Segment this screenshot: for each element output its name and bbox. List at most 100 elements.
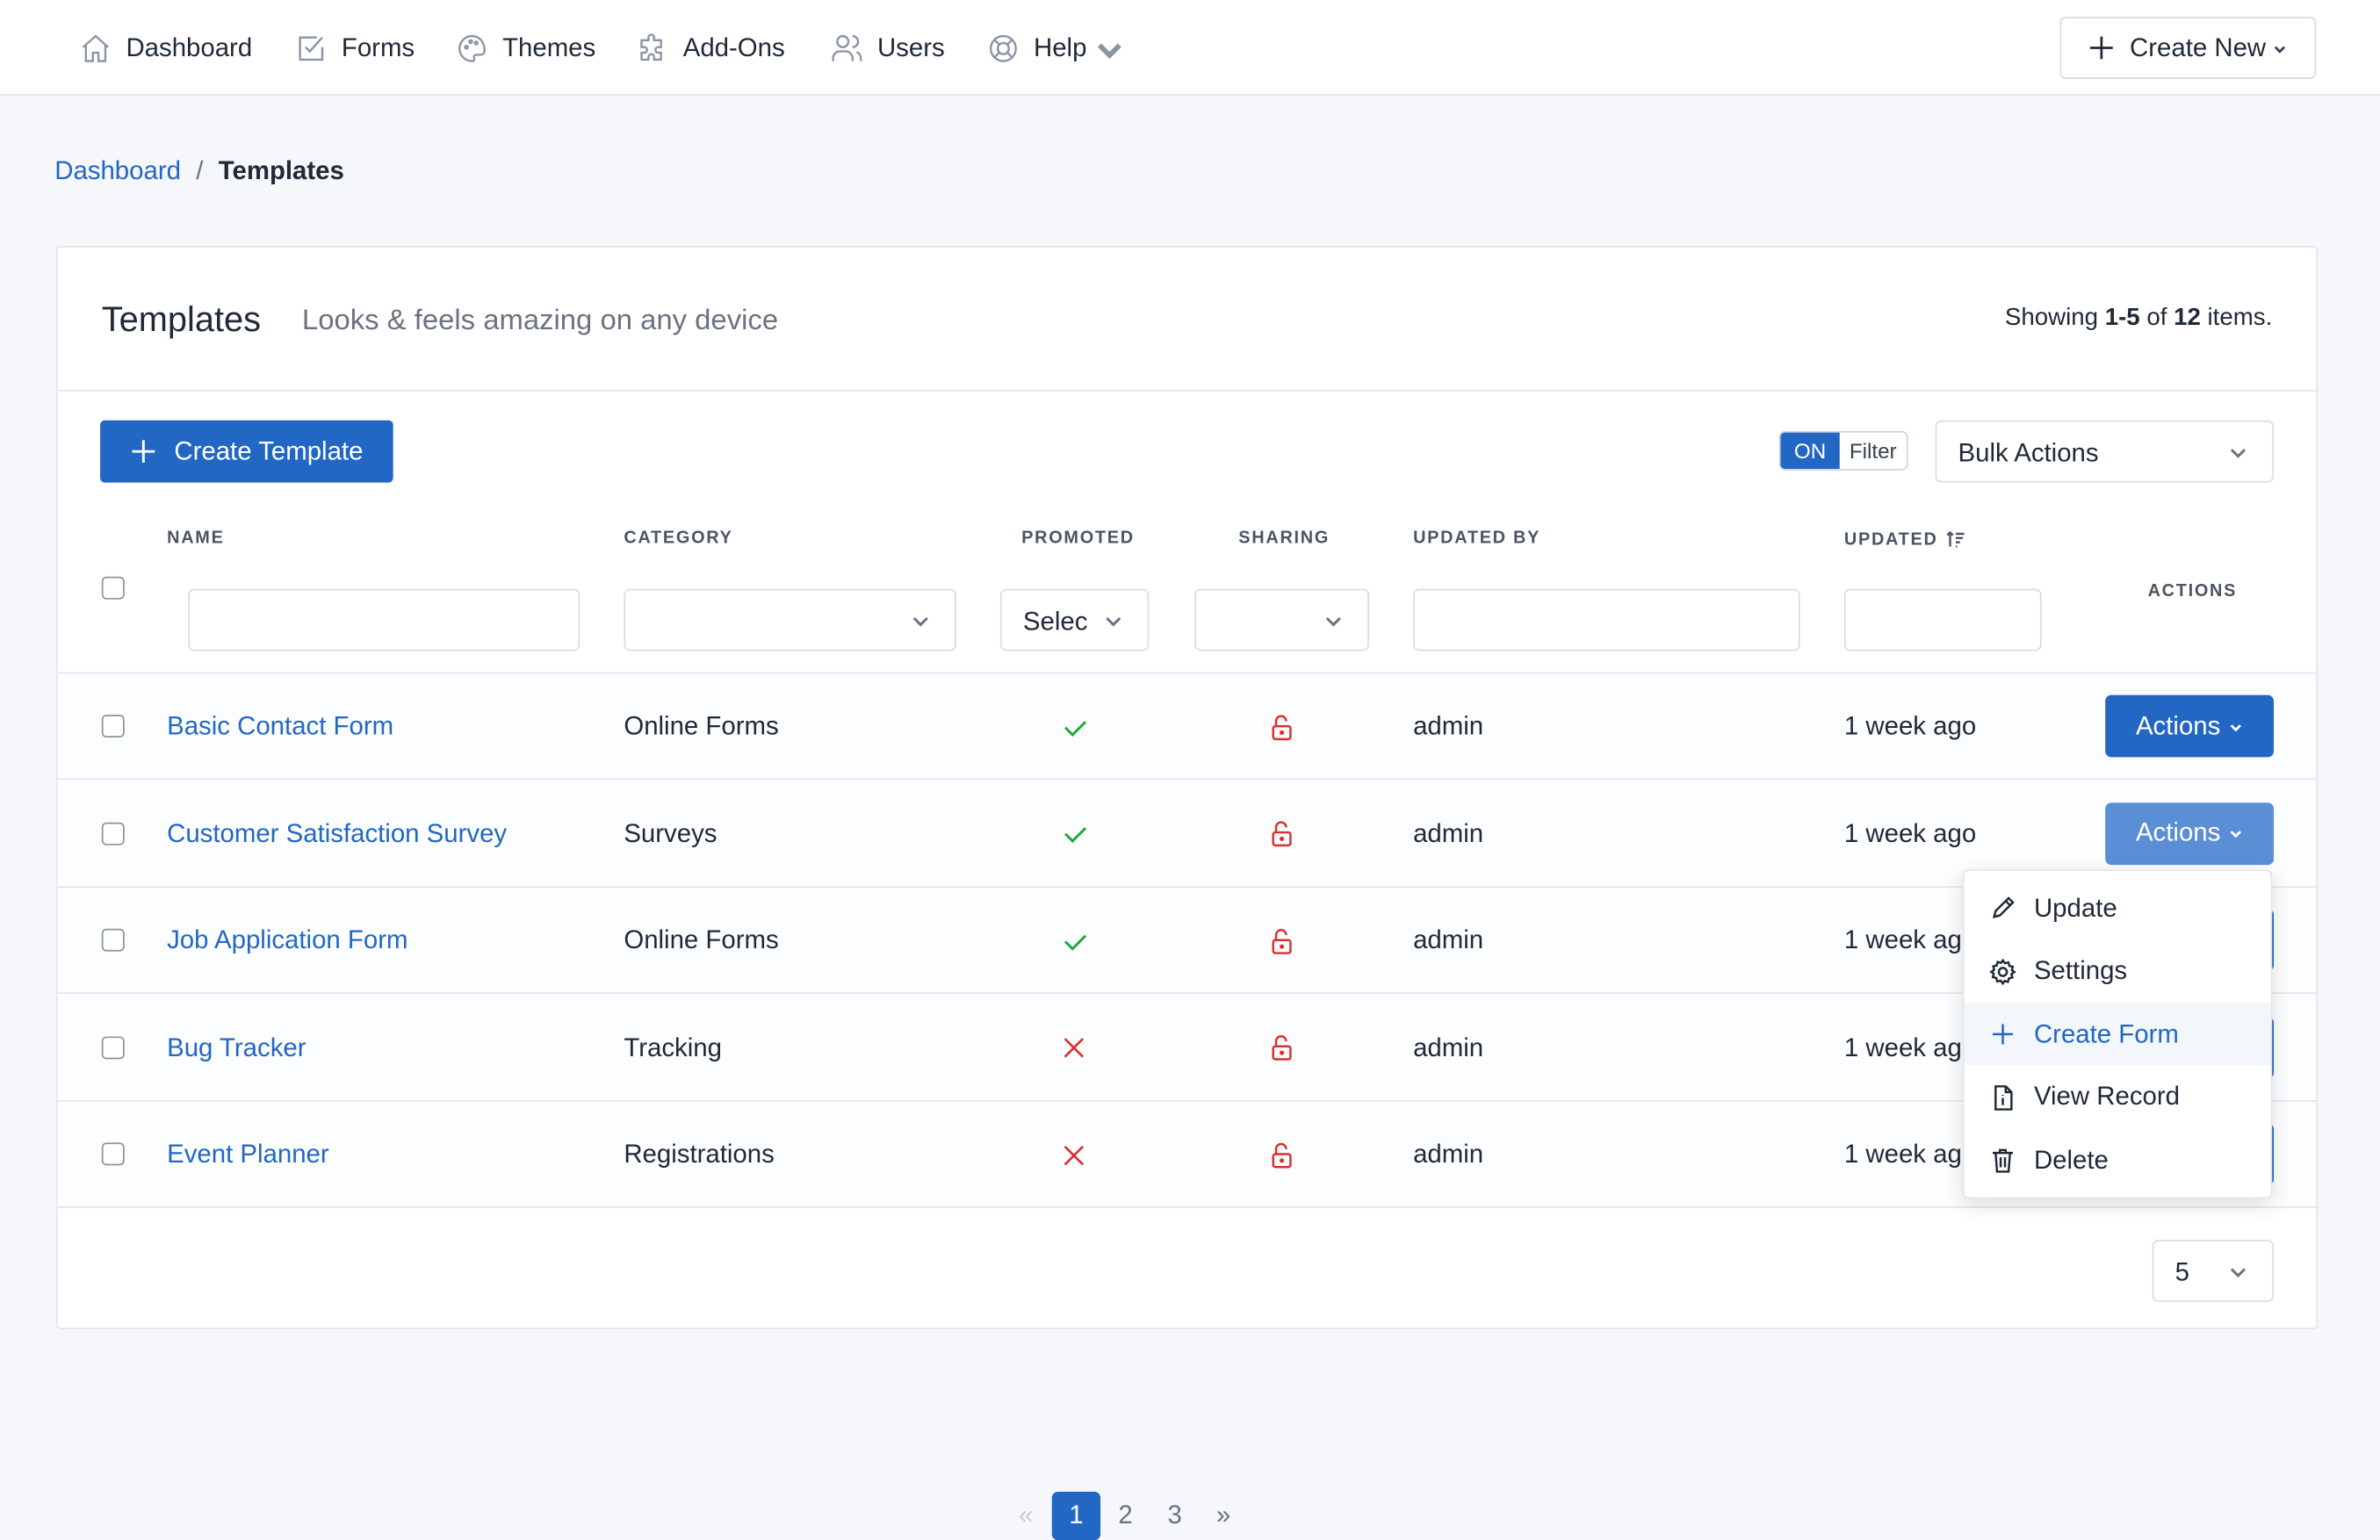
promoted-filter-select[interactable]: Selec xyxy=(999,588,1150,651)
bulk-actions-select[interactable]: Bulk Actions xyxy=(1935,420,2275,483)
x-icon xyxy=(1064,1145,1085,1165)
chevron-down-icon xyxy=(1106,616,1121,627)
promoted-cell xyxy=(1061,673,1090,780)
category-cell: Surveys xyxy=(624,818,718,848)
nav-themes[interactable]: Themes xyxy=(455,31,595,67)
row-checkbox[interactable] xyxy=(101,1035,125,1059)
template-name-link[interactable]: Customer Satisfaction Survey xyxy=(167,781,507,887)
updated-by-cell: admin xyxy=(1413,711,1484,741)
updated-by-cell: admin xyxy=(1413,818,1484,848)
plus-icon xyxy=(2090,36,2113,60)
sharing-cell xyxy=(1267,995,1296,1101)
menu-item-delete[interactable]: Delete xyxy=(1964,1130,2270,1192)
chevron-down-icon xyxy=(2230,449,2246,458)
column-header-updated-label: UPDATED xyxy=(1843,530,1938,549)
menu-item-view-record[interactable]: View Record xyxy=(1964,1067,2270,1129)
card-title: Templates xyxy=(101,299,261,339)
chevron-down-icon xyxy=(2230,1268,2246,1278)
template-name-link[interactable]: Job Application Form xyxy=(167,888,407,994)
menu-item-label: Update xyxy=(2033,893,2117,922)
unlock-icon xyxy=(1272,928,1292,954)
nav-help[interactable]: Help xyxy=(986,31,1140,67)
nav-forms[interactable]: Forms xyxy=(294,31,415,67)
category-filter-select[interactable] xyxy=(624,588,956,651)
column-header-actions: ACTIONS xyxy=(2147,582,2238,601)
category-cell: Online Forms xyxy=(624,711,779,741)
showing-count: Showing 1-5 of 12 items. xyxy=(2004,305,2273,331)
chevron-down-icon xyxy=(2230,831,2241,838)
menu-item-update[interactable]: Update xyxy=(1964,877,2270,939)
column-header-promoted[interactable]: PROMOTED xyxy=(1021,529,1135,548)
pagination-page[interactable]: 3 xyxy=(1150,1492,1199,1540)
users-icon xyxy=(832,34,862,61)
select-all-checkbox[interactable] xyxy=(101,576,125,600)
create-new-label: Create New xyxy=(2130,32,2267,61)
updated-by-cell: admin xyxy=(1413,1139,1484,1169)
pagination-prev[interactable]: « xyxy=(1014,1492,1039,1540)
card-subtitle: Looks & feels amazing on any device xyxy=(301,305,779,337)
template-name-link[interactable]: Basic Contact Form xyxy=(167,673,393,780)
name-filter-input[interactable] xyxy=(188,588,581,651)
menu-item-settings[interactable]: Settings xyxy=(1964,940,2270,1003)
file-info-icon xyxy=(1994,1084,2013,1111)
category-cell: Tracking xyxy=(624,1033,722,1061)
menu-item-label: Settings xyxy=(2033,956,2128,985)
create-new-button[interactable]: Create New xyxy=(2059,17,2317,79)
nav-dashboard[interactable]: Dashboard xyxy=(79,31,252,67)
pencil-icon xyxy=(1992,896,2015,918)
row-actions-button[interactable]: Actions xyxy=(2105,802,2275,865)
create-template-button[interactable]: Create Template xyxy=(100,420,393,483)
promoted-cell xyxy=(1061,888,1090,994)
filter-toggle[interactable]: ON Filter xyxy=(1778,430,1908,471)
promoted-cell xyxy=(1061,781,1090,887)
bulk-actions-value: Bulk Actions xyxy=(1958,438,2099,468)
nav-users[interactable]: Users xyxy=(830,31,945,67)
row-checkbox[interactable] xyxy=(101,1142,125,1166)
check-icon xyxy=(1064,827,1087,844)
unlock-icon xyxy=(1272,1035,1292,1061)
updated-cell: 1 week ago xyxy=(1843,1033,1977,1061)
unlock-icon xyxy=(1272,1141,1292,1168)
puzzle-icon xyxy=(640,33,662,61)
row-actions-button[interactable]: Actions xyxy=(2105,694,2275,758)
row-checkbox[interactable] xyxy=(101,821,125,845)
nav-add-ons[interactable]: Add-Ons xyxy=(636,31,785,67)
menu-item-create-form[interactable]: Create Form xyxy=(1964,1003,2271,1066)
template-name-link[interactable]: Event Planner xyxy=(167,1102,329,1208)
promoted-filter-value: Selec xyxy=(1022,607,1088,637)
sharing-filter-select[interactable] xyxy=(1194,588,1369,651)
pagination-next[interactable]: » xyxy=(1211,1492,1236,1540)
updated-by-filter-input[interactable] xyxy=(1413,588,1800,651)
column-header-updated[interactable]: UPDATED xyxy=(1844,529,1965,549)
actions-label: Actions xyxy=(2135,817,2221,847)
top-navbar: Dashboard Forms Themes Add-Ons Users Hel… xyxy=(0,0,2380,96)
menu-item-label: Delete xyxy=(2033,1145,2109,1175)
sharing-cell xyxy=(1267,781,1296,887)
updated-filter-input[interactable] xyxy=(1843,588,2042,651)
actions-dropdown-menu: Update Settings Create Form View Record Dele… xyxy=(1962,869,2273,1199)
x-icon xyxy=(1064,1038,1085,1058)
check-icon xyxy=(1064,720,1087,737)
per-page-select[interactable]: 5 xyxy=(2152,1240,2275,1302)
chevron-down-icon xyxy=(912,616,928,627)
trash-icon xyxy=(1993,1149,2014,1174)
column-header-updated-by[interactable]: UPDATED BY xyxy=(1413,529,1540,548)
column-header-sharing[interactable]: SHARING xyxy=(1238,529,1330,548)
updated-cell: 1 week ago xyxy=(1843,925,1977,955)
updated-cell: 1 week ago xyxy=(1843,711,1977,741)
divider xyxy=(57,390,2317,392)
promoted-cell xyxy=(1061,995,1086,1101)
breadcrumb: Dashboard / Templates xyxy=(54,156,344,187)
nav-label: Forms xyxy=(341,33,415,62)
template-name-link[interactable]: Bug Tracker xyxy=(167,995,306,1101)
nav-label: Help xyxy=(1033,33,1087,62)
pagination-page[interactable]: 1 xyxy=(1051,1491,1101,1540)
pagination-page[interactable]: 2 xyxy=(1101,1492,1150,1540)
updated-by-cell: admin xyxy=(1413,1033,1484,1061)
row-checkbox[interactable] xyxy=(101,928,125,952)
column-header-category[interactable]: CATEGORY xyxy=(624,529,732,548)
column-header-name[interactable]: NAME xyxy=(167,529,224,548)
category-cell: Online Forms xyxy=(624,925,779,955)
breadcrumb-dashboard[interactable]: Dashboard xyxy=(54,156,181,187)
row-checkbox[interactable] xyxy=(101,715,125,738)
